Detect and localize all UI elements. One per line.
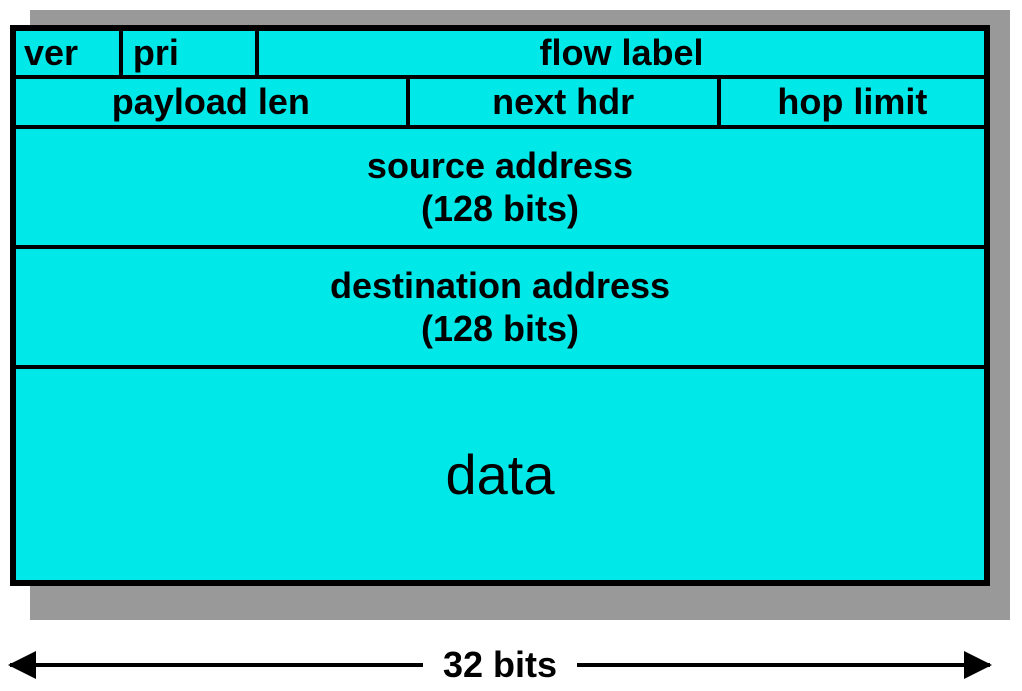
arrow-left-icon	[8, 651, 36, 679]
priority-field: pri	[121, 29, 257, 77]
packet-structure: ver pri flow label payload len next hdr …	[10, 25, 990, 586]
destination-address-line2: (128 bits)	[421, 307, 579, 350]
version-label: ver	[24, 32, 78, 74]
ipv6-header-diagram: ver pri flow label payload len next hdr …	[0, 0, 1022, 691]
data-label: data	[446, 441, 555, 508]
source-address-line1: source address	[367, 144, 633, 187]
destination-address-line1: destination address	[330, 264, 670, 307]
flow-label-text: flow label	[539, 32, 703, 74]
width-indicator: 32 bits	[10, 640, 990, 690]
flow-label-field: flow label	[257, 29, 986, 77]
width-label: 32 bits	[423, 644, 577, 686]
arrow-right-icon	[964, 651, 992, 679]
source-address-field: source address (128 bits)	[14, 127, 986, 247]
payload-length-label: payload len	[112, 81, 310, 123]
hop-limit-label: hop limit	[777, 81, 927, 123]
header-row-2: payload len next hdr hop limit	[14, 77, 986, 127]
payload-length-field: payload len	[14, 77, 408, 127]
next-header-field: next hdr	[408, 77, 719, 127]
destination-address-field: destination address (128 bits)	[14, 247, 986, 367]
priority-label: pri	[133, 32, 179, 74]
data-field: data	[14, 367, 986, 582]
version-field: ver	[14, 29, 121, 77]
header-row-1: ver pri flow label	[14, 29, 986, 77]
next-header-label: next hdr	[492, 81, 634, 123]
source-address-line2: (128 bits)	[421, 187, 579, 230]
hop-limit-field: hop limit	[719, 77, 986, 127]
